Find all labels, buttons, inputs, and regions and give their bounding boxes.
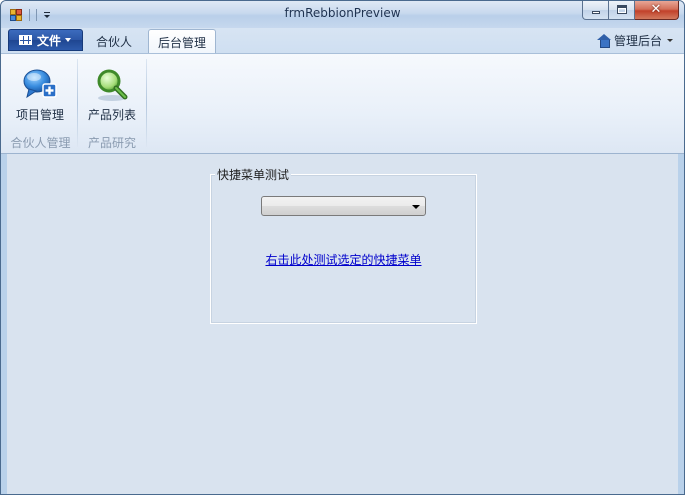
product-list-label: 产品列表 — [87, 108, 136, 122]
chat-add-icon — [22, 67, 58, 103]
shortcut-combobox[interactable] — [261, 196, 426, 216]
project-management-label: 项目管理 — [15, 108, 64, 122]
groupbox-title: 快捷菜单测试 — [215, 166, 292, 183]
grid-icon — [19, 35, 32, 45]
title-bar[interactable]: frmRebbionPreview ✕ — [1, 1, 684, 28]
ribbon-group-label: 产品研究 — [87, 136, 136, 150]
file-menu-label: 文件 — [37, 33, 62, 48]
product-list-button[interactable]: 产品列表 — [79, 64, 145, 122]
ribbon-group-separator — [146, 59, 147, 147]
minimize-icon — [592, 11, 600, 14]
chevron-down-icon — [65, 38, 72, 42]
app-window: frmRebbionPreview ✕ 文件 合伙人 后台管理 管理后台 项目管… — [0, 0, 685, 495]
manage-backend-dropdown[interactable]: 管理后台 — [596, 32, 673, 48]
close-button[interactable]: ✕ — [635, 1, 679, 20]
tab-admin[interactable]: 后台管理 — [148, 29, 217, 53]
ribbon-group-product-research: 产品列表 产品研究 — [79, 54, 145, 153]
chevron-down-icon — [667, 38, 673, 42]
ribbon-group-label: 合伙人管理 — [10, 136, 71, 150]
caption-buttons: ✕ — [582, 1, 679, 21]
close-icon: ✕ — [650, 2, 662, 17]
shortcut-menu-test-groupbox: 快捷菜单测试 右击此处测试选定的快捷菜单 — [210, 166, 477, 324]
ribbon-tab-bar: 文件 合伙人 后台管理 管理后台 — [1, 28, 684, 53]
file-menu-button[interactable]: 文件 — [8, 29, 83, 51]
chevron-down-icon — [412, 205, 420, 209]
home-icon — [596, 33, 611, 48]
ribbon-group-separator — [77, 59, 78, 147]
ribbon-group-partner-management: 项目管理 合伙人管理 — [5, 54, 76, 153]
maximize-icon — [617, 5, 627, 14]
manage-backend-label: 管理后台 — [613, 33, 662, 48]
main-content-area: 快捷菜单测试 右击此处测试选定的快捷菜单 — [7, 154, 678, 494]
magnifier-icon — [94, 67, 130, 103]
ribbon-panel: 项目管理 合伙人管理 产品列表 产品研究 — [1, 53, 684, 154]
tab-partner[interactable]: 合伙人 — [87, 29, 141, 53]
project-management-button[interactable]: 项目管理 — [7, 64, 73, 122]
maximize-button[interactable] — [609, 1, 635, 20]
minimize-button[interactable] — [582, 1, 609, 20]
shortcut-menu-test-link[interactable]: 右击此处测试选定的快捷菜单 — [211, 251, 476, 268]
